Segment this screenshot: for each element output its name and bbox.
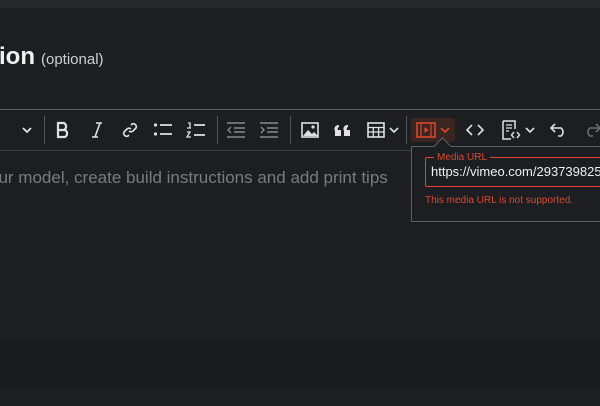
toolbar-separator	[217, 116, 218, 144]
media-url-input[interactable]: Media URL https://vimeo.com/293739825	[425, 152, 600, 187]
rich-text-editor[interactable]: our model, create build instructions and…	[0, 109, 600, 340]
heading-dropdown-chevron-icon[interactable]	[17, 118, 37, 142]
top-bar	[0, 0, 600, 8]
bulleted-list-icon[interactable]	[152, 118, 174, 142]
editor-placeholder: our model, create build instructions and…	[0, 168, 388, 187]
section-heading: ion (optional)	[0, 43, 104, 71]
table-icon[interactable]	[365, 118, 401, 142]
indent-icon[interactable]	[258, 118, 280, 142]
code-icon[interactable]	[464, 118, 486, 142]
optional-label: (optional)	[41, 51, 104, 68]
outdent-icon[interactable]	[225, 118, 247, 142]
link-icon[interactable]	[119, 118, 141, 142]
footer-bar	[0, 339, 600, 387]
toolbar-separator	[290, 116, 291, 144]
media-url-popup: Media URL https://vimeo.com/293739825 Th…	[411, 137, 600, 222]
redo-icon[interactable]	[581, 118, 600, 142]
section-title: ion	[0, 43, 35, 70]
undo-icon[interactable]	[548, 118, 570, 142]
media-url-label: Media URL	[434, 152, 491, 163]
numbered-list-icon[interactable]	[185, 118, 207, 142]
blockquote-icon[interactable]	[332, 118, 354, 142]
editor-toolbar	[0, 110, 600, 151]
italic-icon[interactable]	[86, 118, 108, 142]
media-url-error: This media URL is not supported.	[425, 195, 574, 206]
media-embed-icon[interactable]	[411, 118, 455, 142]
media-url-value[interactable]: https://vimeo.com/293739825	[431, 164, 600, 179]
toolbar-separator	[44, 116, 45, 144]
bold-icon[interactable]	[52, 118, 74, 142]
image-icon[interactable]	[299, 118, 321, 142]
code-block-icon[interactable]	[496, 118, 540, 142]
toolbar-separator	[406, 116, 407, 144]
